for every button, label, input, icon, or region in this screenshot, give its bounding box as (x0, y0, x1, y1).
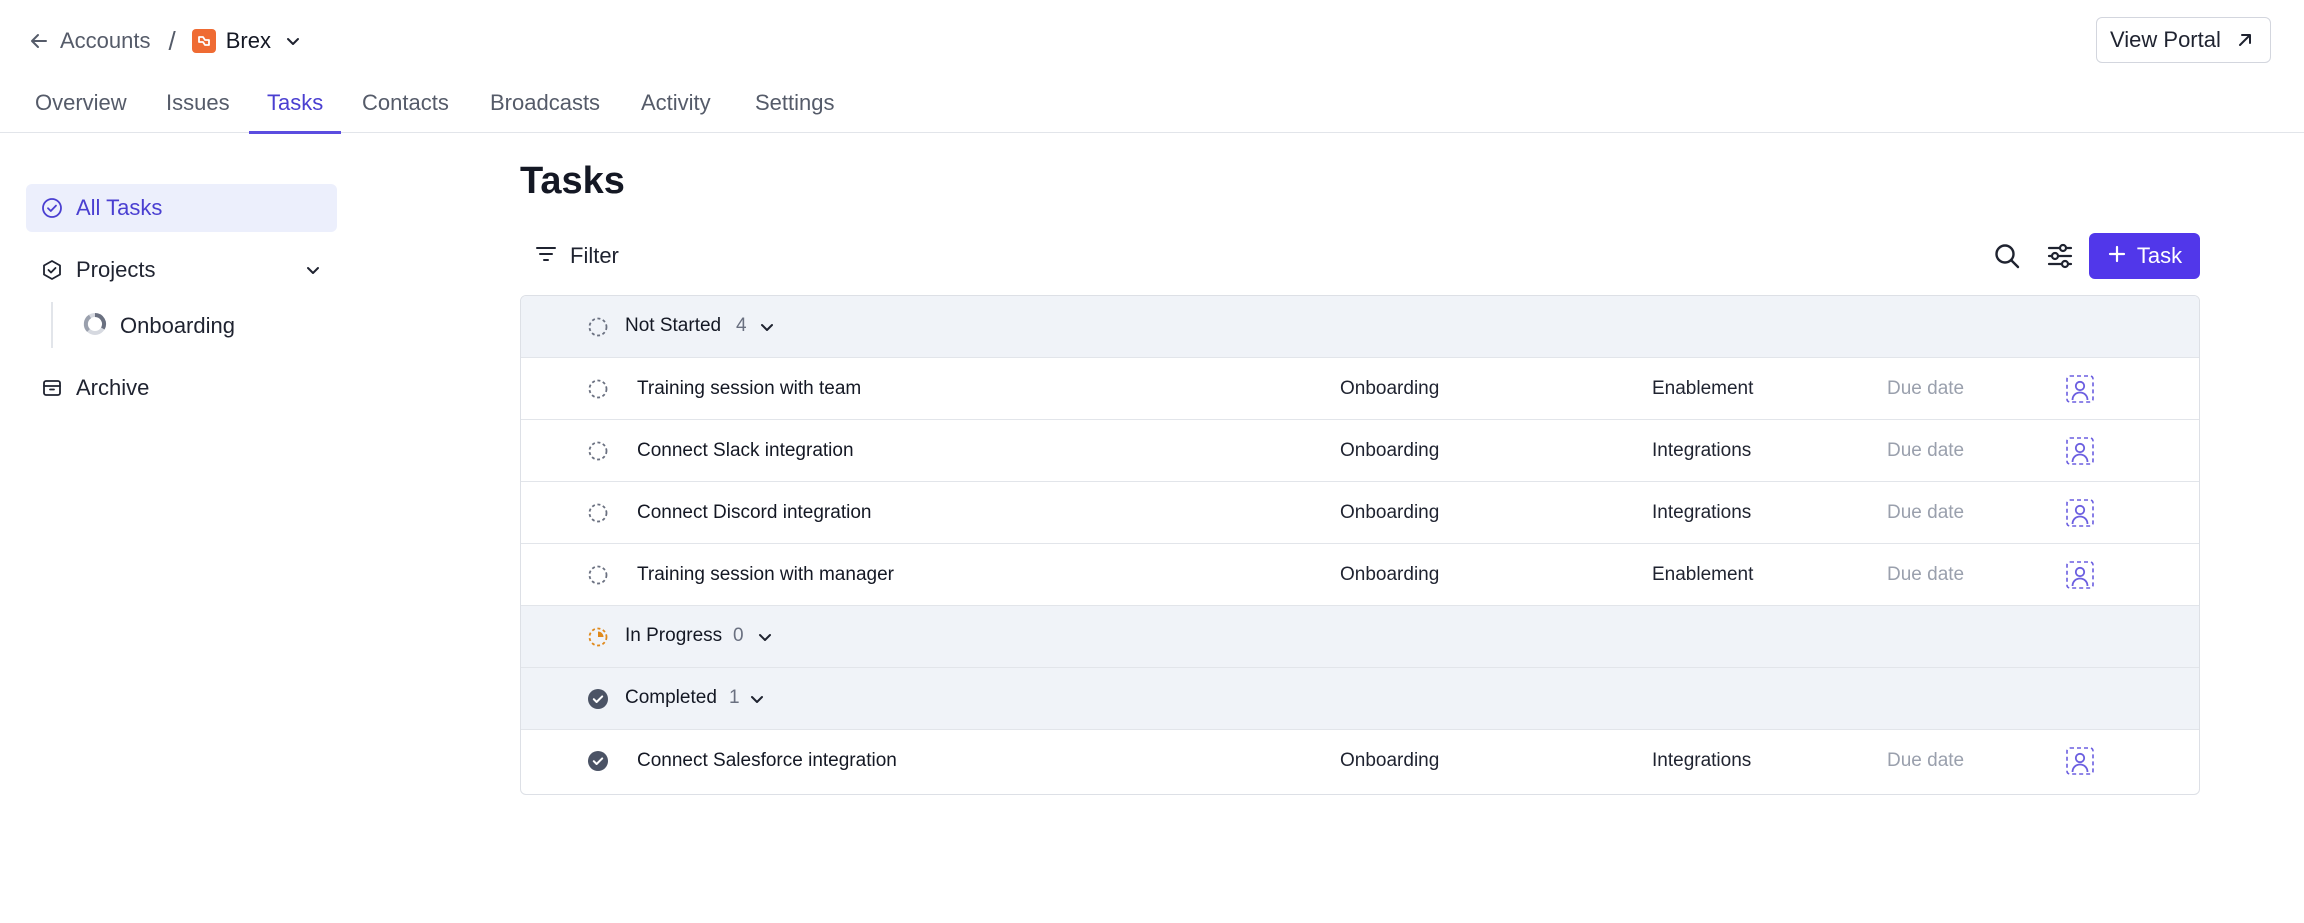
assign-user-icon[interactable] (2065, 436, 2095, 466)
tab-tasks[interactable]: Tasks (248, 90, 342, 134)
add-task-button[interactable]: Task (2089, 233, 2200, 279)
tab-settings[interactable]: Settings (755, 90, 835, 133)
tab-overview[interactable]: Overview (35, 90, 127, 133)
group-label: Not Started (625, 315, 722, 336)
table-row[interactable]: Training session with team Onboarding En… (521, 358, 2199, 420)
breadcrumb-accounts-link[interactable]: Accounts (60, 28, 151, 54)
chevron-down-icon[interactable] (757, 317, 777, 337)
chevron-down-icon[interactable] (747, 689, 767, 709)
task-name[interactable]: Training session with manager (637, 564, 894, 586)
status-completed-icon[interactable] (587, 750, 609, 772)
sidebar-item-all-tasks[interactable]: All Tasks (26, 184, 337, 232)
chevron-down-icon[interactable] (755, 627, 775, 647)
page-title: Tasks (520, 160, 625, 202)
sidebar-item-projects[interactable]: Projects (26, 246, 337, 294)
task-tag: Integrations (1652, 502, 1752, 523)
task-project: Onboarding (1340, 440, 1440, 461)
assign-user-icon[interactable] (2065, 498, 2095, 528)
sidebar-item-archive[interactable]: Archive (26, 364, 337, 412)
add-task-label: Task (2136, 243, 2183, 268)
assign-user-icon[interactable] (2065, 374, 2095, 404)
status-not-started-icon[interactable] (587, 564, 609, 586)
view-portal-button[interactable]: View Portal (2096, 17, 2271, 63)
task-tag: Integrations (1652, 440, 1752, 461)
chevron-down-icon[interactable] (303, 260, 323, 280)
task-due-date[interactable]: Due date (1887, 378, 1964, 400)
brex-logo-icon (191, 29, 216, 53)
tab-contacts[interactable]: Contacts (362, 90, 449, 133)
task-tag: Enablement (1652, 378, 1754, 399)
task-name[interactable]: Training session with team (637, 378, 861, 400)
task-due-date[interactable]: Due date (1887, 440, 1964, 462)
table-row[interactable]: Connect Discord integration Onboarding I… (521, 482, 2199, 544)
tab-issues[interactable]: Issues (166, 90, 230, 133)
task-due-date[interactable]: Due date (1887, 750, 1964, 772)
view-portal-label: View Portal (2110, 27, 2221, 52)
group-count: 1 (729, 687, 740, 708)
task-due-date[interactable]: Due date (1887, 502, 1964, 524)
group-header-in-progress: In Progress 0 (521, 606, 2199, 668)
breadcrumb: Accounts / Brex (26, 24, 303, 58)
tab-broadcasts[interactable]: Broadcasts (490, 90, 600, 133)
tree-guide-line (51, 302, 53, 348)
task-due-date[interactable]: Due date (1887, 564, 1964, 586)
sidebar-item-label: Onboarding (120, 313, 235, 338)
task-name[interactable]: Connect Discord integration (637, 502, 871, 524)
check-circle-icon (40, 196, 64, 220)
status-completed-icon (587, 688, 609, 710)
status-not-started-icon (587, 316, 609, 338)
hexagon-check-icon (40, 258, 64, 282)
arrow-up-right-icon (2235, 30, 2255, 50)
group-count: 4 (736, 315, 747, 336)
progress-ring-icon (82, 311, 108, 342)
task-project: Onboarding (1340, 564, 1440, 585)
tab-bar: Overview Issues Tasks Contacts Broadcast… (0, 80, 2304, 134)
group-label: Completed (625, 687, 717, 708)
plus-icon (2107, 244, 2127, 269)
chevron-down-icon[interactable] (283, 31, 303, 51)
task-tag: Integrations (1652, 750, 1752, 771)
task-project: Onboarding (1340, 750, 1440, 771)
sliders-icon[interactable] (2044, 240, 2076, 272)
status-not-started-icon[interactable] (587, 502, 609, 524)
filter-lines-icon (534, 242, 558, 271)
task-tag: Enablement (1652, 564, 1754, 585)
sidebar-item-onboarding[interactable]: Onboarding (82, 305, 235, 347)
breadcrumb-separator: / (168, 25, 176, 56)
table-row[interactable]: Connect Slack integration Onboarding Int… (521, 420, 2199, 482)
task-project: Onboarding (1340, 502, 1440, 523)
archive-icon (40, 376, 64, 400)
assign-user-icon[interactable] (2065, 560, 2095, 590)
sidebar-item-label: Projects (76, 257, 156, 282)
group-count: 0 (733, 625, 744, 646)
sidebar-item-label: All Tasks (76, 195, 163, 220)
sidebar-item-label: Archive (76, 375, 150, 400)
filter-button[interactable]: Filter (534, 238, 619, 274)
status-not-started-icon[interactable] (587, 440, 609, 462)
filter-label: Filter (570, 243, 619, 268)
group-header-completed: Completed 1 (521, 668, 2199, 730)
tab-activity[interactable]: Activity (641, 90, 711, 133)
tasks-table: Not Started 4 Training session with team… (520, 295, 2200, 795)
task-project: Onboarding (1340, 378, 1440, 399)
top-bar: Accounts / Brex View Portal (0, 0, 2304, 80)
table-row[interactable]: Training session with manager Onboarding… (521, 544, 2199, 606)
account-name: Brex (225, 28, 271, 53)
task-name[interactable]: Connect Salesforce integration (637, 750, 897, 772)
group-label: In Progress (625, 625, 723, 646)
status-not-started-icon[interactable] (587, 378, 609, 400)
arrow-left-icon[interactable] (26, 28, 52, 54)
task-name[interactable]: Connect Slack integration (637, 440, 854, 462)
search-icon[interactable] (1991, 240, 2023, 272)
assign-user-icon[interactable] (2065, 746, 2095, 776)
table-row[interactable]: Connect Salesforce integration Onboardin… (521, 730, 2199, 792)
group-header-not-started: Not Started 4 (521, 296, 2199, 358)
status-in-progress-icon (587, 626, 609, 648)
